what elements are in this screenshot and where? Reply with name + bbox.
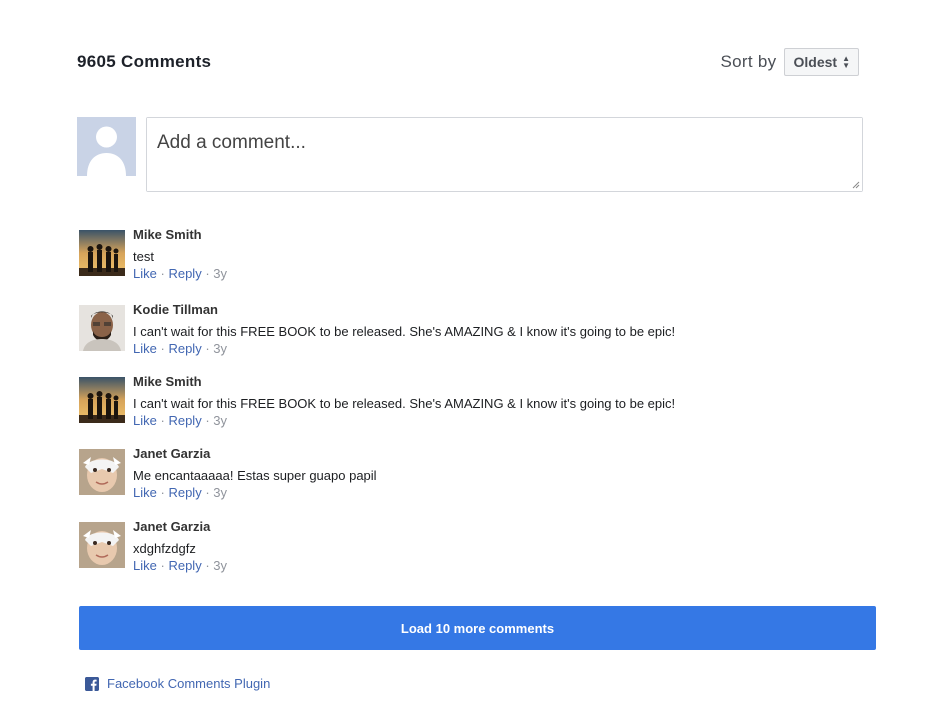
- comment-text: I can't wait for this FREE BOOK to be re…: [133, 396, 676, 411]
- resize-grip-icon[interactable]: [851, 180, 860, 189]
- comment-composer: [77, 117, 865, 194]
- separator: ·: [205, 558, 210, 573]
- comment-text: xdghfzdgfz: [133, 541, 196, 556]
- separator: ·: [160, 413, 165, 428]
- comment-count: 9605 Comments: [77, 52, 212, 71]
- separator: ·: [205, 485, 210, 500]
- comment-actions: Like · Reply · 3y: [133, 485, 377, 500]
- separator: ·: [160, 341, 165, 356]
- avatar[interactable]: [79, 230, 125, 276]
- comment-age[interactable]: 3y: [213, 485, 227, 500]
- sort-selected-value: Oldest: [793, 54, 838, 70]
- comment-author[interactable]: Janet Garzia: [133, 519, 227, 534]
- separator: ·: [205, 266, 210, 281]
- comment-actions: Like · Reply · 3y: [133, 341, 675, 356]
- sort-control: Sort by Oldest ▲ ▼: [721, 48, 859, 76]
- reply-link[interactable]: Reply: [168, 558, 201, 573]
- plugin-label: Facebook Comments Plugin: [107, 676, 271, 691]
- comment-age[interactable]: 3y: [213, 558, 227, 573]
- like-link[interactable]: Like: [133, 558, 157, 573]
- avatar[interactable]: [79, 305, 125, 351]
- sort-arrows-icon: ▲ ▼: [842, 54, 850, 70]
- comment-text: I can't wait for this FREE BOOK to be re…: [133, 324, 676, 339]
- comment-age[interactable]: 3y: [213, 341, 227, 356]
- facebook-plugin-link[interactable]: Facebook Comments Plugin: [85, 676, 270, 691]
- like-link[interactable]: Like: [133, 266, 157, 281]
- comment-author[interactable]: Mike Smith: [133, 374, 675, 389]
- comment-author[interactable]: Janet Garzia: [133, 446, 377, 461]
- reply-link[interactable]: Reply: [168, 413, 201, 428]
- comment-input[interactable]: [147, 118, 862, 191]
- like-link[interactable]: Like: [133, 485, 157, 500]
- separator: ·: [205, 341, 210, 356]
- comment-actions: Like · Reply · 3y: [133, 413, 675, 428]
- reply-link[interactable]: Reply: [168, 485, 201, 500]
- comment-author[interactable]: Mike Smith: [133, 227, 227, 242]
- comment-box: [146, 117, 863, 192]
- load-more-button[interactable]: Load 10 more comments: [79, 606, 876, 650]
- reply-link[interactable]: Reply: [168, 266, 201, 281]
- comment-actions: Like · Reply · 3y: [133, 266, 227, 281]
- reply-link[interactable]: Reply: [168, 341, 201, 356]
- facebook-icon: [85, 676, 99, 691]
- avatar[interactable]: [79, 449, 125, 495]
- comment-age[interactable]: 3y: [213, 266, 227, 281]
- separator: ·: [160, 266, 165, 281]
- comments-header: 9605 Comments Sort by Oldest ▲ ▼: [77, 48, 859, 80]
- comment-author[interactable]: Kodie Tillman: [133, 302, 675, 317]
- sort-label: Sort by: [720, 52, 777, 71]
- separator: ·: [160, 485, 165, 500]
- separator: ·: [205, 413, 210, 428]
- comment-text: Me encantaaaaa! Estas super guapo papil: [133, 468, 377, 483]
- like-link[interactable]: Like: [133, 413, 157, 428]
- comment-actions: Like · Reply · 3y: [133, 558, 227, 573]
- avatar[interactable]: [79, 522, 125, 568]
- comment-text: test: [133, 249, 154, 264]
- separator: ·: [160, 558, 165, 573]
- avatar[interactable]: [79, 377, 125, 423]
- comment-age[interactable]: 3y: [213, 413, 227, 428]
- like-link[interactable]: Like: [133, 341, 157, 356]
- default-avatar-icon: [77, 117, 136, 176]
- sort-select[interactable]: Oldest ▲ ▼: [783, 48, 859, 76]
